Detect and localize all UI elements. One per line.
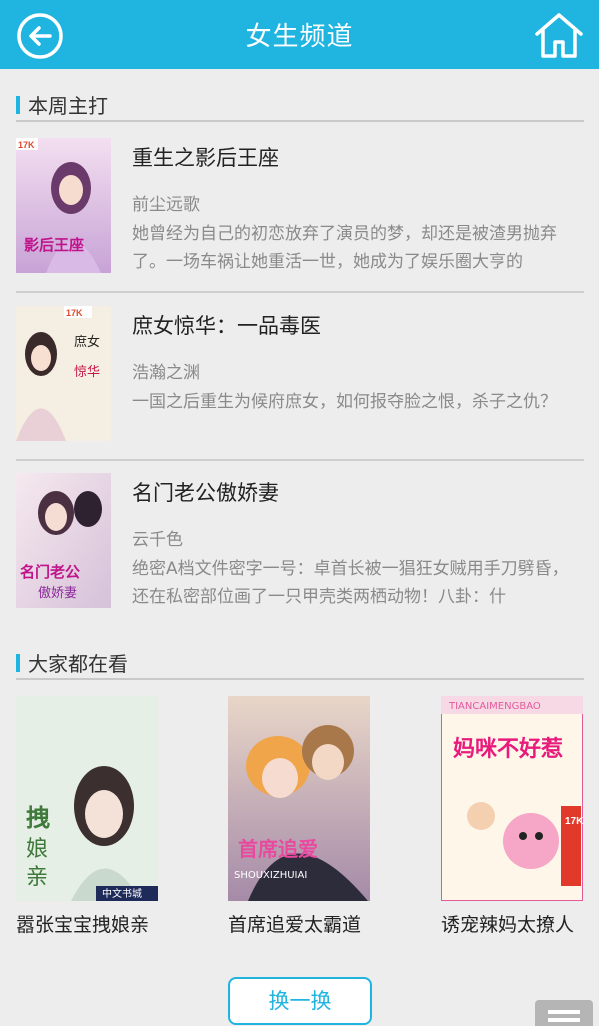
- book-cover[interactable]: TIANCAIMENGBAO 妈咪不好惹 17K: [441, 696, 583, 901]
- section-accent-bar: [16, 96, 20, 114]
- svg-text:娘: 娘: [26, 837, 48, 862]
- svg-text:亲: 亲: [26, 865, 48, 890]
- app-header: 女生频道: [0, 0, 599, 69]
- book-title: 重生之影后王座: [132, 146, 279, 170]
- section-header-popular: 大家都在看: [16, 644, 584, 680]
- book-description: 她曾经为自己的初恋放弃了演员的梦，却还是被渣男抛弃了。一场车祸让她重活一世，她成…: [132, 224, 557, 272]
- book-list-item[interactable]: 17K 庶女 惊华 庶女惊华：一品毒医 浩瀚之渊 一国之后重生为候府庶女，如何报…: [16, 306, 584, 461]
- home-icon: [535, 13, 583, 58]
- book-title: 庶女惊华：一品毒医: [132, 314, 321, 338]
- cover-badge: 中文书城: [102, 887, 142, 900]
- book-cover-image: 17K 影后王座: [16, 138, 111, 273]
- book-cover[interactable]: 17K 影后王座: [16, 138, 111, 273]
- book-title: 首席追爱太霸道: [228, 914, 362, 936]
- page-title: 女生频道: [245, 22, 354, 52]
- book-author: 云千色: [132, 530, 183, 550]
- cover-badge: 17K: [66, 308, 83, 318]
- section-header-featured: 本周主打: [16, 86, 584, 122]
- book-cover[interactable]: SHOUXIZHUIAI 首席追爱: [228, 696, 370, 901]
- svg-text:17K: 17K: [565, 816, 583, 827]
- section-title: 大家都在看: [28, 652, 128, 676]
- book-list-item[interactable]: 名门老公 傲娇妻 名门老公傲娇妻 云千色 绝密A档文件密字一号：卓首长被一猖狂女…: [16, 473, 584, 628]
- book-cover[interactable]: 拽 娘 亲 中文书城: [16, 696, 158, 901]
- cover-badge: TIANCAIMENGBAO: [448, 701, 541, 712]
- book-author: 前尘远歌: [132, 195, 200, 215]
- home-button[interactable]: [533, 10, 585, 60]
- book-cover[interactable]: 名门老公 傲娇妻: [16, 473, 111, 608]
- svg-text:名门老公: 名门老公: [20, 563, 80, 581]
- book-cover-image: 名门老公 傲娇妻: [16, 473, 111, 608]
- svg-text:拽: 拽: [26, 803, 50, 832]
- book-cover-image: SHOUXIZHUIAI 首席追爱: [228, 696, 370, 901]
- book-author: 浩瀚之渊: [132, 363, 200, 383]
- cover-badge: SHOUXIZHUIAI: [234, 870, 307, 881]
- book-title: 嚣张宝宝拽娘亲: [16, 914, 150, 936]
- book-title: 诱宠辣妈太撩人: [441, 914, 575, 936]
- book-list-item[interactable]: 17K 影后王座 重生之影后王座 前尘远歌 她曾经为自己的初恋放弃了演员的梦，却…: [16, 138, 584, 293]
- svg-text:惊华: 惊华: [74, 365, 100, 380]
- svg-text:影后王座: 影后王座: [24, 236, 84, 254]
- book-title: 名门老公傲娇妻: [132, 481, 279, 505]
- cover-title: 妈咪不好惹: [453, 736, 563, 762]
- svg-text:庶女: 庶女: [74, 334, 100, 350]
- book-description: 绝密A档文件密字一号：卓首长被一猖狂女贼用手刀劈昏，还在私密部位画了一只甲壳类两…: [132, 559, 569, 607]
- book-description: 一国之后重生为候府庶女，如何报夺脸之恨，杀子之仇？: [132, 392, 557, 412]
- menu-icon: [548, 1010, 580, 1022]
- book-cover-image: TIANCAIMENGBAO 妈咪不好惹 17K: [441, 696, 583, 901]
- book-cover-image: 17K 庶女 惊华: [16, 306, 111, 441]
- svg-text:傲娇妻: 傲娇妻: [38, 586, 77, 601]
- book-cover-image: 拽 娘 亲 中文书城: [16, 696, 158, 901]
- svg-text:首席追爱: 首席追爱: [238, 837, 318, 861]
- floating-menu-button[interactable]: [535, 1000, 593, 1026]
- cover-badge: 17K: [18, 140, 35, 150]
- refresh-button[interactable]: 换一换: [228, 977, 372, 1025]
- section-title: 本周主打: [28, 94, 108, 118]
- section-accent-bar: [16, 654, 20, 672]
- book-cover[interactable]: 17K 庶女 惊华: [16, 306, 111, 441]
